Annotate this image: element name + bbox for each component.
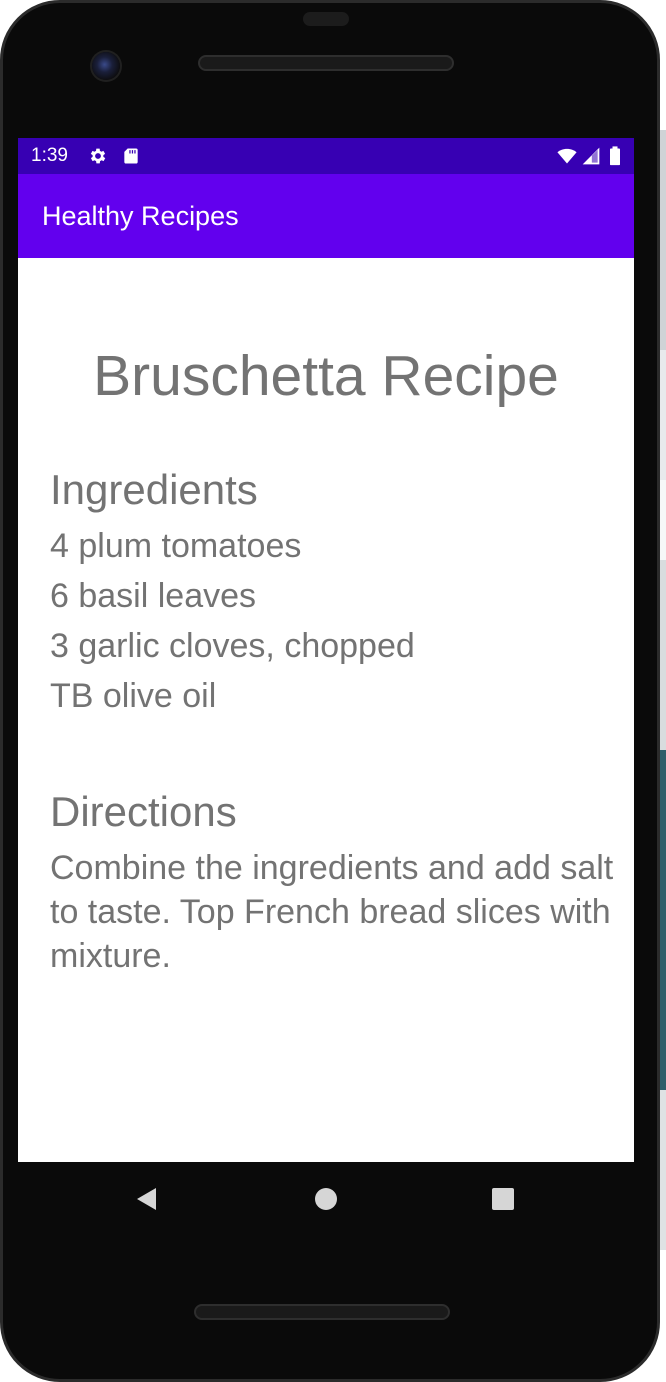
earpiece (303, 12, 349, 26)
ingredient-item: 6 basil leaves (50, 577, 257, 615)
sd-card-icon (124, 148, 138, 164)
ingredient-list: 4 plum tomatoes 6 basil leaves 3 garlic … (50, 521, 415, 721)
status-time: 1:39 (31, 145, 68, 166)
ingredient-item: 3 garlic cloves, chopped (50, 627, 415, 665)
ingredient-item: 4 plum tomatoes (50, 527, 302, 565)
wifi-icon (557, 148, 577, 164)
ingredients-heading: Ingredients (50, 466, 258, 513)
battery-icon (610, 146, 620, 166)
bottom-speaker-grille (194, 1304, 450, 1320)
directions-heading: Directions (50, 788, 237, 835)
home-icon[interactable] (311, 1184, 341, 1214)
recipe-title: Bruschetta Recipe (93, 344, 559, 408)
directions-text: Combine the ingredients and add salt to … (50, 849, 614, 975)
app-title: Healthy Recipes (42, 201, 239, 231)
back-icon[interactable] (132, 1184, 162, 1214)
recents-icon[interactable] (488, 1184, 518, 1214)
device-stage: 1:39 Healthy Recipes Bruschetta Recipe I… (0, 0, 666, 1382)
device-screen: 1:39 Healthy Recipes Bruschetta Recipe I… (18, 138, 634, 1162)
navigation-bar (18, 1162, 634, 1234)
cellular-signal-icon (582, 147, 600, 165)
ingredient-item: TB olive oil (50, 677, 217, 715)
recipe-content: Bruschetta Recipe Ingredients 4 plum tom… (18, 258, 634, 1162)
top-speaker-grille (198, 55, 454, 71)
status-bar: 1:39 (18, 138, 634, 174)
front-camera (92, 52, 120, 80)
app-bar: Healthy Recipes (18, 174, 634, 258)
gear-icon (90, 148, 106, 164)
